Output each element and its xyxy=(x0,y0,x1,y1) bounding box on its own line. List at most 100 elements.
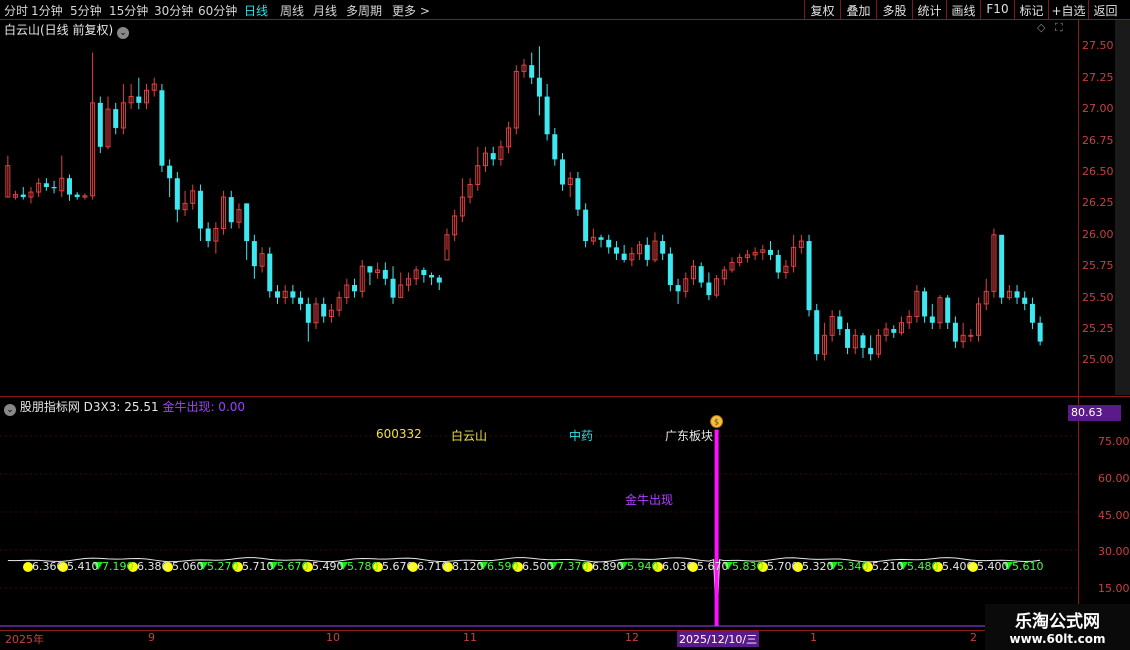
signal-value-label: 5.670 xyxy=(697,560,729,573)
signal-value-label: 7.190 xyxy=(102,560,134,573)
signal-value-label: 5.490 xyxy=(312,560,344,573)
candle-body xyxy=(113,109,119,128)
candle-body xyxy=(429,275,435,278)
candle-body xyxy=(43,183,49,188)
candle-body xyxy=(205,228,211,242)
candle-body xyxy=(97,102,103,147)
candle-body xyxy=(251,241,257,267)
signal-value-label: 5.940 xyxy=(627,560,659,573)
candle-body xyxy=(536,77,542,97)
candle-body xyxy=(244,203,250,242)
indicator-title[interactable]: ⌄ 股朋指标网 D3X3: 25.51 金牛出现: 0.00 xyxy=(4,398,245,416)
date-tick: 2 xyxy=(970,631,977,644)
price-tick: 26.75 xyxy=(1082,133,1114,147)
candle-body xyxy=(298,297,304,304)
watermark-url: www.60lt.com xyxy=(1009,632,1106,646)
candle-body xyxy=(66,178,72,195)
candle-body xyxy=(321,303,327,317)
price-tick: 26.25 xyxy=(1082,196,1114,210)
candle-body xyxy=(267,253,273,292)
candle-body xyxy=(613,247,619,254)
candle-body xyxy=(644,244,650,260)
candle-body xyxy=(598,237,604,240)
candle-body xyxy=(544,96,550,135)
signal-value-label: 5.830 xyxy=(732,560,764,573)
signal-value-label: 5.480 xyxy=(907,560,939,573)
candle-body xyxy=(814,310,820,355)
watermark: 乐淘公式网 www.60lt.com xyxy=(985,604,1130,650)
candle-body xyxy=(675,285,681,292)
candle-body xyxy=(698,266,704,283)
signal-value-label: 5.710 xyxy=(242,560,274,573)
watermark-brand: 乐淘公式网 xyxy=(1015,612,1100,632)
candle-body xyxy=(929,316,935,323)
candle-body xyxy=(136,96,142,103)
signal-value-label: 6.710 xyxy=(417,560,449,573)
signal-value-label: 5.400 xyxy=(977,560,1009,573)
signal-value-label: 6.030 xyxy=(662,560,694,573)
candle-body xyxy=(660,241,666,254)
candle-body xyxy=(1022,297,1028,304)
candle-body xyxy=(197,190,203,229)
price-tick: 25.00 xyxy=(1082,353,1114,367)
candle-body xyxy=(845,329,851,348)
golden-bull-value: 金牛出现: 0.00 xyxy=(162,400,246,414)
candle-body xyxy=(667,253,673,286)
candle-body xyxy=(367,266,373,273)
indicator-tick: 30.00 xyxy=(1098,545,1130,559)
candle-body xyxy=(860,335,866,348)
candle-body xyxy=(1029,303,1035,323)
signal-value-label: 5.670 xyxy=(382,560,414,573)
chevron-down-icon[interactable]: ⌄ xyxy=(4,404,16,416)
candle-body xyxy=(945,297,951,323)
candle-body xyxy=(174,178,180,210)
board-name: 广东板块 xyxy=(665,429,714,443)
d3x3-value: D3X3: 25.51 xyxy=(83,400,159,414)
candle-body xyxy=(552,134,558,160)
signal-value-label: 5.670 xyxy=(277,560,309,573)
candle-body xyxy=(775,254,781,273)
date-tick: 2025年 xyxy=(5,633,44,646)
date-tick: 9 xyxy=(148,631,155,644)
indicator-tick: 15.00 xyxy=(1098,582,1130,596)
date-tick: 1 xyxy=(810,631,817,644)
price-tick: 25.50 xyxy=(1082,290,1114,304)
candle-body xyxy=(436,277,442,283)
date-tick: 11 xyxy=(463,631,477,644)
candle-body xyxy=(891,329,897,333)
price-tick: 26.50 xyxy=(1082,164,1114,178)
price-tick: 27.25 xyxy=(1082,70,1114,84)
candle-body xyxy=(560,159,566,185)
price-tick: 27.00 xyxy=(1082,102,1114,116)
signal-value-label: 5.210 xyxy=(872,560,904,573)
indicator-tick: 75.00 xyxy=(1098,434,1130,448)
date-tick: 10 xyxy=(326,631,340,644)
price-tick: 25.25 xyxy=(1082,322,1114,336)
candle-body xyxy=(529,65,535,78)
signal-value-label: 5.780 xyxy=(347,560,379,573)
candle-body xyxy=(228,197,234,223)
price-tick: 25.75 xyxy=(1082,259,1114,273)
signal-value-label: 5.060 xyxy=(172,560,204,573)
candle-body xyxy=(575,178,581,210)
candle-body xyxy=(20,194,26,198)
candle-body xyxy=(159,90,165,166)
candle-body xyxy=(421,269,427,276)
candle-body xyxy=(706,282,712,296)
price-tick: 27.50 xyxy=(1082,39,1114,53)
signal-value-label: 6.360 xyxy=(32,560,64,573)
candle-body xyxy=(51,187,57,189)
indicator-tick: 60.00 xyxy=(1098,471,1130,485)
candle-body xyxy=(1014,291,1020,298)
indicator-tick: 45.00 xyxy=(1098,508,1130,522)
signal-value-label: 5.320 xyxy=(802,560,834,573)
candle-body xyxy=(390,278,396,298)
signal-value-label: 5.270 xyxy=(207,560,239,573)
candle-body xyxy=(606,239,612,248)
candle-body xyxy=(1037,322,1043,342)
signal-value-label: 6.890 xyxy=(592,560,624,573)
signal-value-label: 5.410 xyxy=(67,560,99,573)
signal-value-label: 5.610 xyxy=(1012,560,1044,573)
candlestick-chart: $ xyxy=(0,46,1078,627)
candle-body xyxy=(968,334,974,337)
